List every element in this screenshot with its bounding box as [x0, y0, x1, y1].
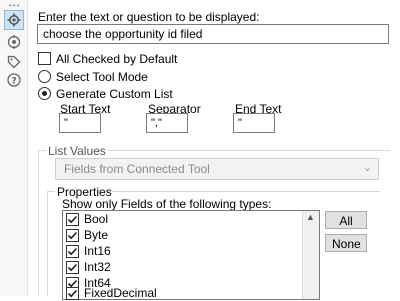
list-values-selected: Fields from Connected Tool: [64, 162, 210, 176]
generate-custom-list-label: Generate Custom List: [56, 87, 173, 101]
list-item-label: FixedDecimal: [84, 286, 157, 300]
generate-custom-list-radio[interactable]: [38, 87, 51, 100]
list-values-group-rule-left: [38, 150, 46, 151]
field-type-filter-label: Show only Fields of the following types:: [62, 197, 272, 211]
check-icon[interactable]: [66, 228, 79, 242]
select-none-types-button[interactable]: None: [325, 234, 367, 252]
list-scrollbar[interactable]: ▲: [302, 211, 319, 299]
select-all-types-button[interactable]: All: [325, 211, 367, 229]
list-values-group-rule-right: [108, 150, 390, 151]
list-item-label: Int16: [84, 244, 111, 258]
properties-group-rule-right: [108, 191, 380, 192]
prompt-text-input[interactable]: [37, 24, 389, 44]
select-tool-mode-label: Select Tool Mode: [56, 70, 148, 84]
gear-icon[interactable]: [4, 10, 24, 30]
list-item[interactable]: Int32: [66, 259, 111, 275]
check-icon[interactable]: [66, 260, 79, 274]
separator-input[interactable]: [146, 113, 188, 133]
list-item[interactable]: Byte: [66, 227, 108, 243]
scroll-up-arrow-icon[interactable]: ▲: [306, 212, 315, 222]
list-item-label: Int32: [84, 260, 111, 274]
prompt-label: Enter the text or question to be display…: [38, 10, 260, 24]
tool-config-icon-strip: ••• ?: [0, 0, 28, 296]
properties-group-border: [47, 191, 48, 296]
check-icon[interactable]: [66, 212, 79, 226]
list-values-group-border: [38, 150, 39, 296]
field-types-list[interactable]: Bool Byte Int16 Int32 Int64 FixedDecimal…: [62, 210, 320, 300]
list-item-label: Bool: [84, 212, 109, 226]
select-tool-mode-radio[interactable]: [38, 70, 51, 83]
help-icon[interactable]: ?: [4, 70, 24, 90]
list-item-label: Byte: [84, 228, 109, 242]
tag-icon[interactable]: [4, 52, 24, 72]
drag-grip-icon[interactable]: •••: [9, 1, 20, 10]
check-icon[interactable]: [66, 286, 79, 300]
start-text-input[interactable]: [59, 113, 101, 133]
svg-text:?: ?: [11, 77, 16, 87]
list-item[interactable]: Int16: [66, 243, 111, 259]
end-text-input[interactable]: [233, 113, 275, 133]
target-icon[interactable]: [4, 32, 24, 52]
list-values-label: List Values: [48, 144, 106, 158]
list-item[interactable]: Bool: [66, 211, 108, 227]
all-checked-label: All Checked by Default: [56, 52, 178, 66]
list-values-dropdown[interactable]: Fields from Connected Tool ⌄: [55, 158, 379, 180]
chevron-down-icon: ⌄: [362, 162, 372, 174]
all-checked-checkbox[interactable]: [38, 52, 51, 65]
list-item[interactable]: FixedDecimal: [66, 285, 157, 301]
check-icon[interactable]: [66, 244, 79, 258]
properties-group-rule-left: [47, 191, 55, 192]
